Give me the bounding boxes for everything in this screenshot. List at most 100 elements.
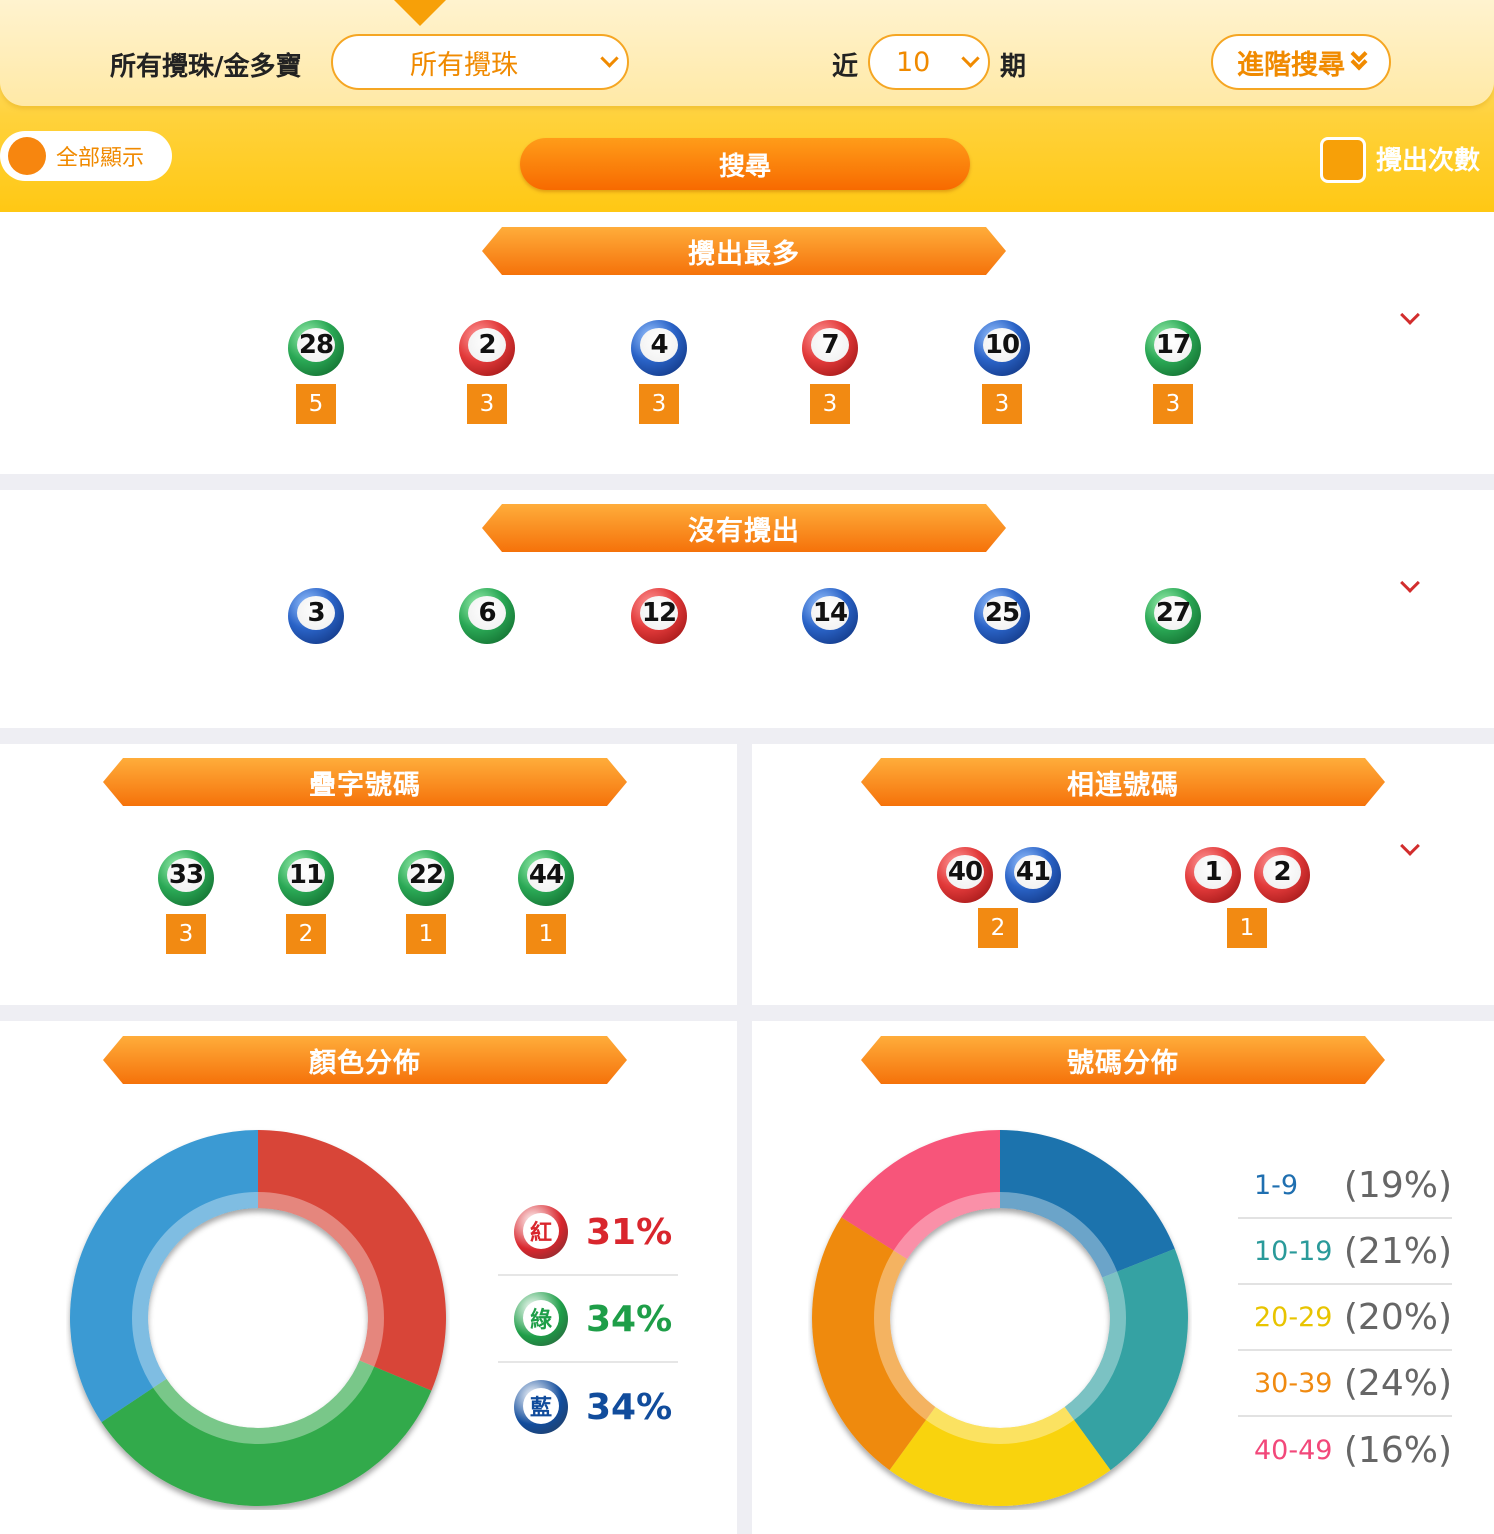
ball-number: 2 <box>468 328 506 362</box>
not-drawn-section: 沒有攪出 3 6 12 14 25 27 <box>0 490 1494 728</box>
green-number-ball: 28 <box>288 320 344 376</box>
ball-number: 27 <box>1154 596 1192 630</box>
ball-number: 12 <box>640 596 678 630</box>
ball-number: 40 <box>946 855 984 889</box>
expand-chevron-icon[interactable] <box>1400 305 1420 325</box>
ball-number: 14 <box>811 596 849 630</box>
color-char: 綠 <box>523 1300 559 1336</box>
ball-number: 33 <box>167 858 205 892</box>
number-distribution-section: 號碼分佈 1-9 (19%) 10-19 (21%) 20-29 (20%) 30-39 (2… <box>752 1021 1494 1534</box>
recent-draws-value: 10 <box>896 46 931 78</box>
draw-times-checkbox[interactable] <box>1320 137 1366 183</box>
color-ball-icon: 綠 <box>514 1292 568 1346</box>
number-inner-ring <box>874 1192 1126 1444</box>
number-range: 20-29 <box>1254 1301 1333 1333</box>
show-all-toggle[interactable]: 全部顯示 <box>0 131 172 181</box>
most-drawn-section: 攪出最多 28 5 2 3 4 3 7 3 10 3 17 3 <box>0 212 1494 474</box>
lottery-statistics-page: 所有攪珠/金多寶 所有攪珠 近 10 期 進階搜尋 全部顯示 搜尋 攪出次數 攪… <box>0 0 1494 1534</box>
draw-count-badge: 2 <box>978 908 1018 948</box>
double-chevron-down-icon <box>1350 45 1368 71</box>
color-percent: 31% <box>586 1211 673 1253</box>
draw-count-badge: 3 <box>810 384 850 424</box>
show-all-label: 全部顯示 <box>56 146 145 171</box>
draw-times-label: 攪出次數 <box>1376 146 1481 176</box>
ball-number: 1 <box>1194 855 1232 889</box>
chevron-down-icon <box>600 49 619 68</box>
draw-count-badge: 3 <box>639 384 679 424</box>
number-legend-item: 1-9 (19%) <box>1238 1153 1452 1219</box>
search-button[interactable]: 搜尋 <box>520 138 970 190</box>
consecutive-numbers-section: 相連號碼 40 41 2 1 2 1 <box>752 744 1494 1005</box>
blue-number-ball: 41 <box>1005 847 1061 903</box>
color-percent: 34% <box>586 1386 673 1428</box>
color-legend-item: 藍 34% <box>498 1364 678 1450</box>
ball-number: 44 <box>527 858 565 892</box>
green-number-ball: 11 <box>278 850 334 906</box>
ball-number: 11 <box>287 858 325 892</box>
ball-number: 2 <box>1263 855 1301 889</box>
blue-number-ball: 3 <box>288 588 344 644</box>
color-char: 紅 <box>523 1213 559 1249</box>
color-donut-chart <box>70 1130 446 1506</box>
number-percent: (24%) <box>1343 1362 1452 1404</box>
red-number-ball: 1 <box>1185 847 1241 903</box>
ball-number: 3 <box>297 596 335 630</box>
color-ball-icon: 藍 <box>514 1380 568 1434</box>
red-number-ball: 7 <box>802 320 858 376</box>
number-slice-30-39 <box>812 1217 936 1471</box>
most-drawn-title: 攪出最多 <box>482 227 1006 275</box>
color-distribution-section: 顏色分佈 紅 31% 綠 34% 藍 34% <box>0 1021 737 1534</box>
green-number-ball: 33 <box>158 850 214 906</box>
number-percent: (20%) <box>1343 1296 1452 1338</box>
draw-type-select[interactable]: 所有攪珠 <box>331 34 629 90</box>
chevron-down-icon <box>961 49 980 68</box>
recent-suffix: 期 <box>1000 52 1027 82</box>
category-label: 所有攪珠/金多寶 <box>110 52 302 82</box>
number-legend-item: 10-19 (21%) <box>1238 1219 1452 1285</box>
toggle-knob-icon <box>8 137 46 175</box>
ball-number: 25 <box>983 596 1021 630</box>
advanced-search-label: 進階搜尋 <box>1237 49 1345 81</box>
red-number-ball: 2 <box>459 320 515 376</box>
red-number-ball: 2 <box>1254 847 1310 903</box>
recent-draws-select[interactable]: 10 <box>868 34 990 90</box>
number-percent: (19%) <box>1343 1164 1452 1206</box>
draw-count-badge: 2 <box>286 914 326 954</box>
color-percent: 34% <box>586 1298 673 1340</box>
draw-type-value: 所有攪珠 <box>410 49 518 81</box>
green-number-ball: 17 <box>1145 320 1201 376</box>
green-number-ball: 6 <box>459 588 515 644</box>
ball-number: 4 <box>640 328 678 362</box>
number-range: 30-39 <box>1254 1367 1333 1399</box>
color-legend-item: 綠 34% <box>498 1277 678 1363</box>
ball-number: 6 <box>468 596 506 630</box>
repeat-numbers-section: 疊字號碼 33 3 11 2 22 1 44 1 <box>0 744 737 1005</box>
expand-chevron-icon[interactable] <box>1400 573 1420 593</box>
advanced-search-button[interactable]: 進階搜尋 <box>1211 34 1391 90</box>
number-percent: (16%) <box>1343 1429 1452 1471</box>
ball-number: 10 <box>983 328 1021 362</box>
green-number-ball: 44 <box>518 850 574 906</box>
blue-number-ball: 10 <box>974 320 1030 376</box>
green-number-ball: 22 <box>398 850 454 906</box>
draw-count-badge: 3 <box>1153 384 1193 424</box>
not-drawn-title: 沒有攪出 <box>482 504 1006 552</box>
recent-prefix: 近 <box>832 52 859 82</box>
draw-count-badge: 1 <box>526 914 566 954</box>
number-distribution-title: 號碼分佈 <box>861 1036 1385 1084</box>
number-legend-item: 20-29 (20%) <box>1238 1285 1452 1351</box>
draw-count-badge: 3 <box>467 384 507 424</box>
panel-pointer-icon <box>394 0 446 26</box>
color-distribution-title: 顏色分佈 <box>103 1036 627 1084</box>
blue-number-ball: 14 <box>802 588 858 644</box>
expand-chevron-icon[interactable] <box>1400 836 1420 856</box>
draw-count-badge: 3 <box>982 384 1022 424</box>
ball-number: 17 <box>1154 328 1192 362</box>
color-legend-item: 紅 31% <box>498 1190 678 1276</box>
consecutive-numbers-title: 相連號碼 <box>861 758 1385 806</box>
number-range: 1-9 <box>1254 1169 1299 1201</box>
draw-count-badge: 5 <box>296 384 336 424</box>
number-range: 10-19 <box>1254 1235 1333 1267</box>
draw-count-badge: 1 <box>406 914 446 954</box>
number-legend-item: 30-39 (24%) <box>1238 1351 1452 1417</box>
